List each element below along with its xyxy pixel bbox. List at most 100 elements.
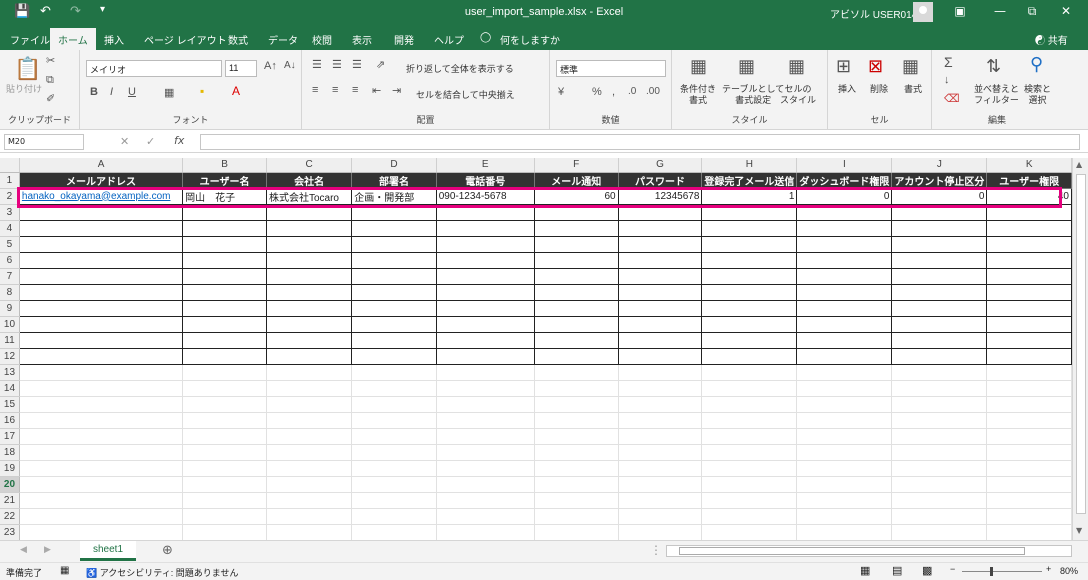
row-header[interactable]: 10 (0, 316, 20, 333)
row-header[interactable]: 23 (0, 524, 20, 540)
row-header[interactable]: 3 (0, 204, 20, 221)
cell[interactable] (18, 315, 184, 333)
cell[interactable] (617, 331, 703, 349)
header-cell[interactable]: パスワード (617, 171, 703, 189)
select-all-corner[interactable] (0, 158, 20, 173)
header-cell[interactable]: 登録完了メール送信 (701, 171, 798, 189)
cell[interactable] (701, 508, 798, 525)
cell[interactable] (618, 460, 703, 477)
percent-icon[interactable]: % (592, 86, 602, 98)
cell[interactable] (18, 347, 184, 365)
cell[interactable] (266, 476, 353, 493)
cell[interactable] (265, 219, 353, 237)
cell[interactable] (182, 267, 267, 285)
split-handle-icon[interactable]: ⋮ (650, 543, 662, 557)
cell[interactable] (796, 267, 893, 285)
font-name-select[interactable]: メイリオ (86, 60, 222, 77)
cell[interactable] (891, 251, 988, 269)
cell[interactable] (891, 476, 988, 493)
tab-developer[interactable]: 開発 (394, 32, 414, 47)
cell[interactable] (986, 380, 1072, 397)
cell[interactable] (891, 492, 988, 509)
cell[interactable] (265, 235, 353, 253)
cell-styles-icon[interactable]: ▦ (788, 56, 805, 77)
data-cell[interactable]: 1 (701, 187, 798, 205)
cell[interactable] (534, 380, 619, 397)
avatar[interactable] (913, 2, 933, 22)
delete-cells-button[interactable]: 削除 (870, 84, 888, 95)
cell[interactable] (19, 364, 184, 381)
cell[interactable] (533, 315, 619, 333)
cell[interactable] (701, 347, 798, 365)
cell[interactable] (182, 315, 267, 333)
cell[interactable] (986, 412, 1072, 429)
row-header[interactable]: 21 (0, 492, 20, 509)
cell[interactable] (18, 235, 184, 253)
cell[interactable] (435, 299, 535, 317)
cell[interactable] (701, 444, 798, 461)
font-size-select[interactable]: 11 (225, 60, 257, 77)
normal-view-icon[interactable]: ▦ (860, 564, 870, 577)
cell[interactable] (701, 524, 798, 540)
cell[interactable] (436, 524, 535, 540)
clear-icon[interactable]: ⌫ (944, 92, 960, 105)
cell[interactable] (701, 492, 798, 509)
cell[interactable] (533, 331, 619, 349)
cell[interactable] (986, 331, 1072, 349)
add-sheet-icon[interactable]: ⊕ (162, 543, 173, 558)
cell[interactable] (18, 203, 184, 221)
insert-cells-button[interactable]: 挿入 (838, 84, 856, 95)
cell[interactable] (182, 396, 267, 413)
scroll-up-icon[interactable]: ▲ (1076, 160, 1082, 169)
cell[interactable] (435, 251, 535, 269)
row-header[interactable]: 13 (0, 364, 20, 381)
cell[interactable] (891, 460, 988, 477)
cell[interactable] (533, 267, 619, 285)
cell[interactable] (701, 412, 798, 429)
cell[interactable] (265, 283, 353, 301)
cell[interactable] (534, 492, 619, 509)
tab-help[interactable]: ヘルプ (434, 32, 464, 47)
header-cell[interactable]: ダッシュボード権限 (796, 171, 893, 189)
ribbon-display-icon[interactable]: ▣ (950, 4, 970, 18)
cell[interactable] (19, 508, 184, 525)
tab-page-layout[interactable]: ページ レイアウト (144, 32, 227, 47)
border-icon[interactable]: ▦ (164, 86, 174, 99)
cell[interactable] (891, 235, 988, 253)
cell[interactable] (986, 251, 1072, 269)
cell[interactable] (618, 524, 703, 540)
cell[interactable] (435, 315, 535, 333)
cell[interactable] (266, 380, 353, 397)
data-cell[interactable]: 岡山 花子 (182, 187, 267, 205)
cell[interactable] (534, 524, 619, 540)
row-header[interactable]: 15 (0, 396, 20, 413)
cell[interactable] (351, 315, 437, 333)
conditional-format-button[interactable]: 条件付き 書式 (680, 84, 716, 106)
header-cell[interactable]: メールアドレス (18, 171, 184, 189)
cell[interactable] (534, 396, 619, 413)
cell[interactable] (533, 283, 619, 301)
cell[interactable] (533, 347, 619, 365)
cell[interactable] (18, 299, 184, 317)
cell[interactable] (266, 524, 353, 540)
cell[interactable] (182, 251, 267, 269)
cell[interactable] (435, 283, 535, 301)
maximize-icon[interactable]: ⧉ (1022, 4, 1042, 19)
cell[interactable] (986, 524, 1072, 540)
zoom-slider[interactable] (962, 571, 1042, 572)
column-header[interactable]: K (986, 158, 1072, 173)
cell[interactable] (796, 492, 893, 509)
insert-cells-icon[interactable]: ⊞ (836, 56, 851, 77)
cell[interactable] (351, 235, 437, 253)
row-header[interactable]: 5 (0, 236, 20, 253)
cell[interactable] (534, 508, 619, 525)
cell[interactable] (796, 476, 893, 493)
header-cell[interactable]: アカウント停止区分 (891, 171, 988, 189)
cell[interactable] (796, 203, 893, 221)
row-header[interactable]: 6 (0, 252, 20, 269)
cell[interactable] (701, 219, 798, 237)
row-header[interactable]: 12 (0, 348, 20, 365)
cell[interactable] (19, 476, 184, 493)
currency-icon[interactable]: ¥ (558, 86, 564, 98)
cell[interactable] (435, 203, 535, 221)
